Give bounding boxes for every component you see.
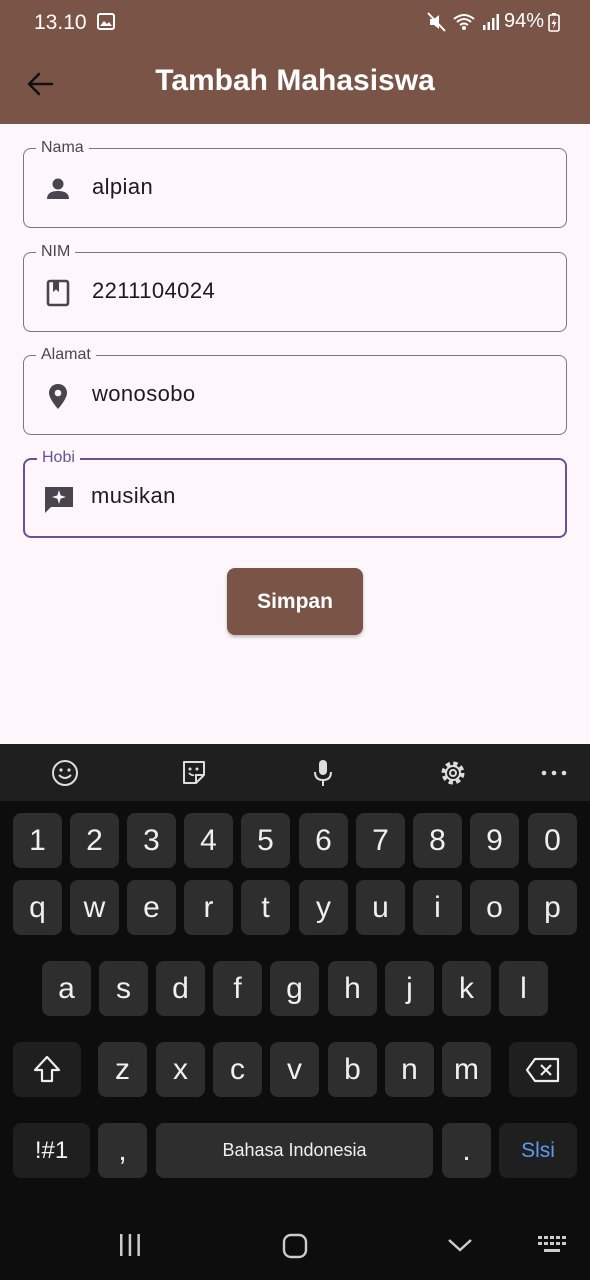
- key-4[interactable]: 4: [184, 813, 233, 868]
- key-o[interactable]: o: [470, 880, 519, 935]
- backspace-icon: [525, 1057, 560, 1083]
- microphone-icon[interactable]: [308, 758, 338, 788]
- key-w[interactable]: w: [70, 880, 119, 935]
- page-title: Tambah Mahasiswa: [155, 64, 435, 97]
- battery-percent: 94%: [503, 10, 544, 32]
- battery-charging-icon: [548, 12, 560, 32]
- person-icon: [47, 178, 69, 199]
- alamat-label: Alamat: [36, 345, 96, 365]
- key-g[interactable]: g: [270, 961, 319, 1016]
- status-icons: 94%: [426, 10, 560, 33]
- nama-label: Nama: [36, 138, 89, 158]
- mute-icon: [427, 11, 446, 32]
- key-n[interactable]: n: [385, 1042, 434, 1097]
- key-3[interactable]: 3: [127, 813, 176, 868]
- settings-gear-icon[interactable]: [438, 758, 468, 788]
- key-m[interactable]: m: [442, 1042, 491, 1097]
- book-icon: [46, 279, 70, 307]
- key-e[interactable]: e: [127, 880, 176, 935]
- key-1[interactable]: 1: [13, 813, 62, 868]
- keyboard: 1 2 3 4 5 6 7 8 9 0 q w e r t y u i o p …: [0, 744, 590, 1280]
- status-time: 13.10: [34, 11, 87, 34]
- comma-key[interactable]: ,: [98, 1123, 147, 1178]
- alamat-value: wonosobo: [92, 381, 196, 406]
- key-c[interactable]: c: [213, 1042, 262, 1097]
- home-icon[interactable]: [281, 1232, 309, 1260]
- key-r[interactable]: r: [184, 880, 233, 935]
- key-7[interactable]: 7: [356, 813, 405, 868]
- gallery-icon: [97, 13, 115, 30]
- key-d[interactable]: d: [156, 961, 205, 1016]
- backspace-key[interactable]: [509, 1042, 577, 1097]
- emoji-icon[interactable]: [50, 758, 80, 788]
- key-k[interactable]: k: [442, 961, 491, 1016]
- key-p[interactable]: p: [528, 880, 577, 935]
- key-l[interactable]: l: [499, 961, 548, 1016]
- sticker-icon[interactable]: [179, 758, 209, 788]
- key-q[interactable]: q: [13, 880, 62, 935]
- key-z[interactable]: z: [98, 1042, 147, 1097]
- recents-icon[interactable]: [116, 1232, 144, 1258]
- key-i[interactable]: i: [413, 880, 462, 935]
- key-f[interactable]: f: [213, 961, 262, 1016]
- space-key[interactable]: Bahasa Indonesia: [156, 1123, 433, 1178]
- alamat-field[interactable]: Alamat wonosobo: [23, 345, 567, 435]
- key-2[interactable]: 2: [70, 813, 119, 868]
- shift-key[interactable]: [13, 1042, 81, 1097]
- key-u[interactable]: u: [356, 880, 405, 935]
- hobi-value: musikan: [91, 483, 176, 508]
- hobi-field[interactable]: Hobi musikan: [23, 448, 567, 538]
- action-key[interactable]: Slsi: [499, 1123, 577, 1178]
- navigation-bar: [0, 1212, 590, 1280]
- nim-label: NIM: [36, 242, 76, 262]
- app-bar: 13.10 94% Tambah Mahasiswa: [0, 0, 590, 124]
- key-s[interactable]: s: [99, 961, 148, 1016]
- wifi-icon: [453, 13, 475, 30]
- key-h[interactable]: h: [328, 961, 377, 1016]
- key-b[interactable]: b: [328, 1042, 377, 1097]
- key-6[interactable]: 6: [299, 813, 348, 868]
- key-a[interactable]: a: [42, 961, 91, 1016]
- more-options-icon[interactable]: [539, 758, 569, 788]
- hobi-label: Hobi: [37, 448, 80, 468]
- save-button[interactable]: Simpan: [227, 568, 363, 635]
- key-t[interactable]: t: [241, 880, 290, 935]
- nim-field[interactable]: NIM 2211104024: [23, 242, 567, 332]
- key-5[interactable]: 5: [241, 813, 290, 868]
- key-8[interactable]: 8: [413, 813, 462, 868]
- symbols-key[interactable]: !#1: [13, 1123, 90, 1178]
- keyboard-toolbar: [0, 744, 590, 801]
- key-j[interactable]: j: [385, 961, 434, 1016]
- location-pin-icon: [49, 384, 67, 409]
- key-0[interactable]: 0: [528, 813, 577, 868]
- shift-icon: [33, 1055, 61, 1083]
- key-y[interactable]: y: [299, 880, 348, 935]
- period-key[interactable]: .: [442, 1123, 491, 1178]
- nama-field[interactable]: Nama alpian: [23, 138, 567, 228]
- signal-icon: [482, 13, 499, 30]
- keyboard-switch-icon[interactable]: [536, 1234, 568, 1256]
- nim-value: 2211104024: [92, 278, 216, 303]
- collapse-keyboard-icon[interactable]: [447, 1236, 473, 1254]
- key-9[interactable]: 9: [470, 813, 519, 868]
- key-x[interactable]: x: [156, 1042, 205, 1097]
- nama-value: alpian: [92, 174, 154, 199]
- key-v[interactable]: v: [270, 1042, 319, 1097]
- sparkle-chat-icon: [45, 487, 73, 513]
